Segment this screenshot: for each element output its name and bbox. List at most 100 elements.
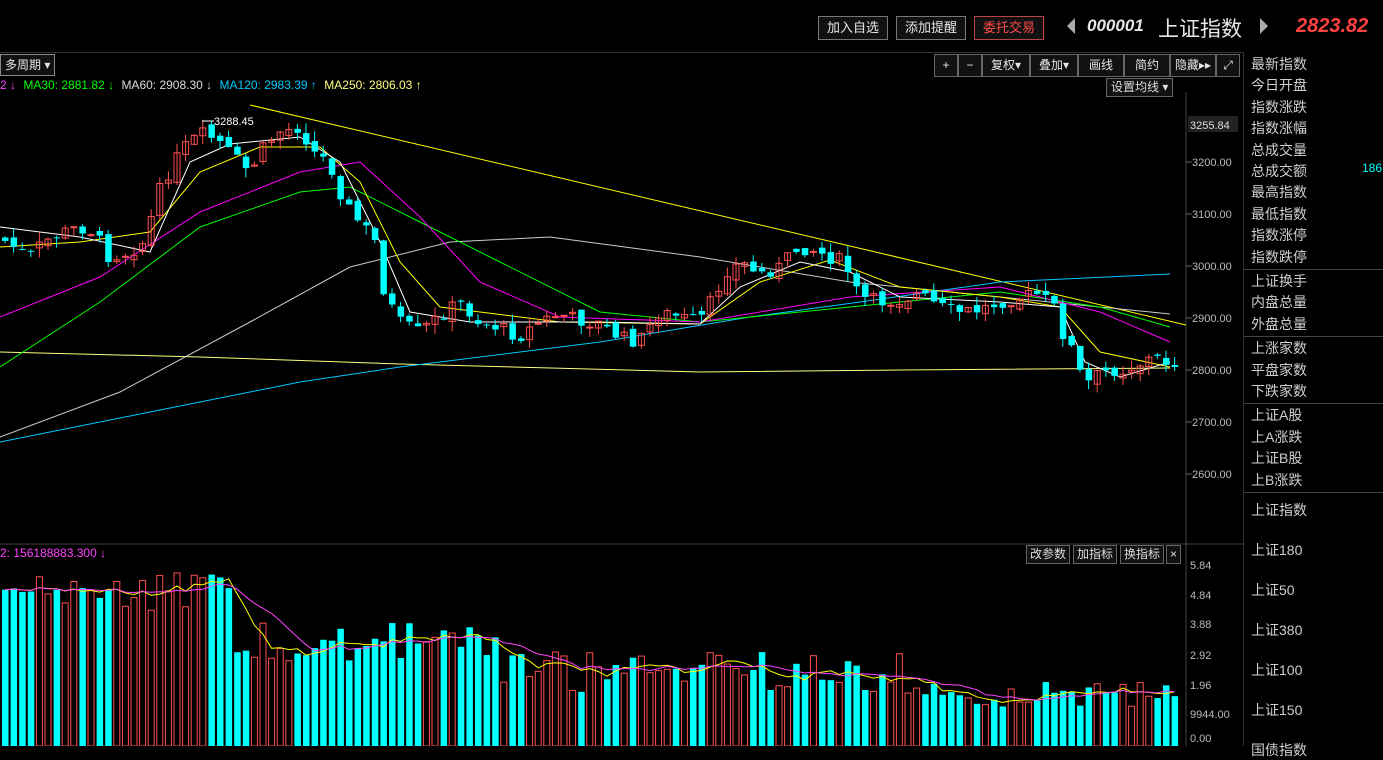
price-tick-label: 3100.00 [1192,209,1232,221]
volume-bar-down [1163,685,1170,746]
candle-down [225,136,233,147]
candle-down [320,153,327,157]
switch-indicator-button[interactable]: 换指标 [1120,545,1165,564]
volume-bar-down [105,589,112,746]
volume-bars [2,572,1179,746]
candle-down [578,309,585,326]
volume-bar-down [354,648,362,746]
volume-bar-up [526,676,534,746]
close-indicator-icon[interactable]: × [1166,545,1182,564]
volume-bar-down [922,694,929,746]
candle-down [371,228,379,240]
price-tick-label: 2800.00 [1192,365,1232,377]
quote-label: 上证换手 [1251,273,1307,289]
trade-button[interactable]: 委托交易 [974,16,1044,40]
volume-bar-up [44,593,52,746]
candle-down [53,237,61,239]
volume-bar-up [732,668,740,746]
volume-bar-down [1059,690,1067,746]
volume-bar-up [1016,701,1024,746]
volume-tick-label: 2.92 [1190,650,1211,662]
index-price: 2823.82 [1296,15,1369,37]
volume-tick-label: 3.88 [1190,619,1211,631]
ma5-line [0,136,1171,378]
volume-bar-up [61,602,69,746]
quote-label: 最低指数 [1251,205,1307,222]
add-watchlist-button[interactable]: 加入自选 [818,16,888,40]
candle-down [466,303,473,317]
turnover-value: 186 [1362,161,1383,175]
volume-bar-down [380,641,387,746]
ma30-line [0,186,1171,368]
price-axis: 3200.00 3100.00 3000.00 2900.00 2800.00 2700.… [1186,157,1232,481]
index-link[interactable]: 上证380 [1251,620,1302,640]
volume-bar-up [1119,683,1127,746]
volume-bar-down [844,661,852,746]
next-stock-icon[interactable] [1260,18,1268,34]
candle-down [483,324,491,326]
volume-bar-up [741,674,749,746]
volume-bar-down [346,660,353,746]
volume-bar-down [862,689,869,746]
volume-bar-down [604,679,611,746]
change-params-button[interactable]: 改参数 [1026,545,1071,564]
stock-code: 000001 [1087,16,1144,35]
candle-down [801,248,809,256]
index-link[interactable]: 上证180 [1251,540,1302,560]
quote-label: 最新指数 [1251,56,1307,72]
volume-tick-label: 1.96 [1190,680,1211,692]
volume-bar-down [819,679,826,746]
candle-down [363,222,370,226]
volume-bar-up [500,681,508,746]
add-indicator-button[interactable]: 加指标 [1073,545,1118,564]
volume-bar-up [775,685,783,746]
volume-bar-down [457,646,465,746]
volume-bar-up [431,636,439,746]
quote-label: 内盘总量 [1251,294,1307,311]
index-link[interactable]: 上证150 [1251,700,1302,720]
volume-axis: 5.84 4.84 3.88 2.92 1.96 9944.00 0.00 [1190,560,1230,745]
candle-down [294,128,301,133]
quote-label: 指数涨停 [1251,227,1307,244]
high-label: 3255.84 [1190,120,1230,132]
volume-bar-down [371,638,379,746]
candle-down [948,303,955,305]
candle-down [999,303,1007,308]
index-link[interactable]: 上证50 [1251,580,1295,600]
volume-bar-down [999,706,1007,746]
volume-bar-down [956,695,964,746]
candle-down [234,146,241,155]
add-alert-button[interactable]: 添加提醒 [896,16,966,40]
volume-tick-label: 9944.00 [1190,709,1230,721]
volume-bar-up [981,704,989,746]
volume-bar-down [672,668,680,746]
candle-down [862,284,869,297]
volume-bar-up [715,654,723,746]
volume-bar-up [534,670,542,746]
volume-bar-up [723,663,731,746]
candle-down [440,318,448,320]
candle-down [853,273,860,287]
candle-down [509,323,516,340]
volume-bar-down [208,574,215,746]
prev-stock-icon[interactable] [1067,18,1075,34]
candle-down [973,305,981,313]
candle-down [1102,367,1110,371]
candle-down [406,315,413,322]
volume-bar-down [1102,692,1110,746]
candle-down [827,252,835,264]
volume-bar-down [303,655,310,746]
index-link[interactable]: 国债指数 [1251,740,1307,760]
volume-tick-label: 0.00 [1190,733,1211,745]
volume-bar-down [1042,682,1050,746]
candle-down [457,300,465,302]
kline-chart[interactable]: 3255.84 3200.00 3100.00 3000.00 2900.00 2800… [0,52,1243,746]
candle-down [956,305,964,312]
volume-bar-down [483,655,491,746]
index-link[interactable]: 上证100 [1251,660,1302,680]
volume-bar-down [1085,687,1093,746]
candle-down [380,240,387,295]
volume-bar-up [190,574,198,746]
index-link[interactable]: 上证指数 [1251,500,1307,520]
candle-down [1111,367,1118,376]
